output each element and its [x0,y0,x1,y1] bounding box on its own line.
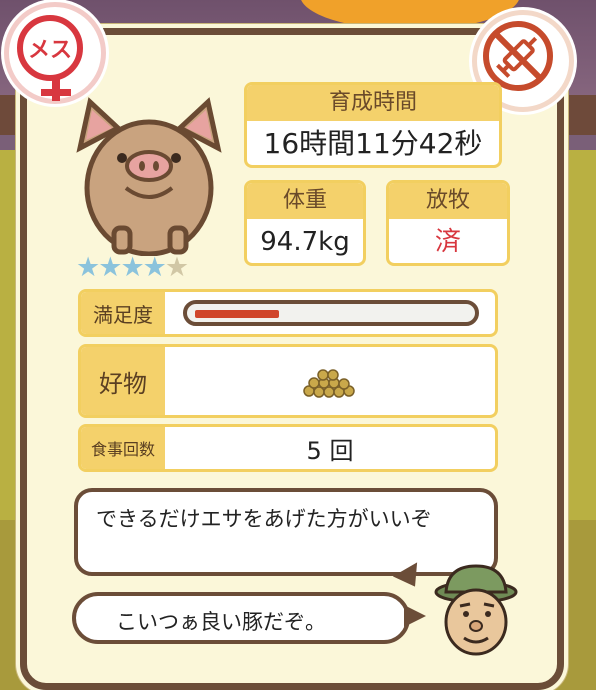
favorite-label: 好物 [81,347,165,415]
grazing-label: 放牧 [389,183,507,219]
weight-label: 体重 [247,183,363,219]
star-icon: ★ [76,252,100,283]
pig-illustration [76,97,222,256]
grain-pile-icon [303,369,355,398]
speech-tail [404,605,426,627]
meal-count-label: 食事回数 [81,427,165,469]
star-icon: ★ [120,252,144,283]
favorite-food-row: 好物 [78,344,498,418]
comment-speech-bubble: こいつぁ良い豚だぞ。 [72,592,410,644]
female-label: メス [17,15,83,81]
weight-box: 体重 94.7kg [244,180,366,266]
advice-text: できるだけエサをあげた方がいいぞ [96,507,432,531]
growth-time-box: 育成時間 16時間11分42秒 [244,82,502,168]
star-icon: ★ [98,252,122,283]
meal-count-row: 食事回数 5 回 [78,424,498,472]
growth-time-value: 16時間11分42秒 [263,127,483,160]
star-icon: ★ [142,252,167,283]
satisfaction-bar-fill [195,310,279,318]
growth-time-label: 育成時間 [247,85,499,121]
star-empty-icon: ★ [164,252,189,283]
satisfaction-row: 満足度 [78,289,498,337]
female-badge: メス [4,2,106,104]
grazing-value: 済 [434,227,461,257]
meal-count-value: 5 回 [306,436,354,465]
no-syringe-icon [492,30,544,82]
comment-text: こいつぁ良い豚だぞ。 [116,610,326,634]
weight-value: 94.7kg [260,227,350,257]
farmer-avatar [434,564,518,656]
rating-stars: ★★★★★ [76,252,189,283]
satisfaction-label: 満足度 [81,292,165,334]
satisfaction-bar [183,300,479,326]
grazing-box: 放牧 済 [386,180,510,266]
